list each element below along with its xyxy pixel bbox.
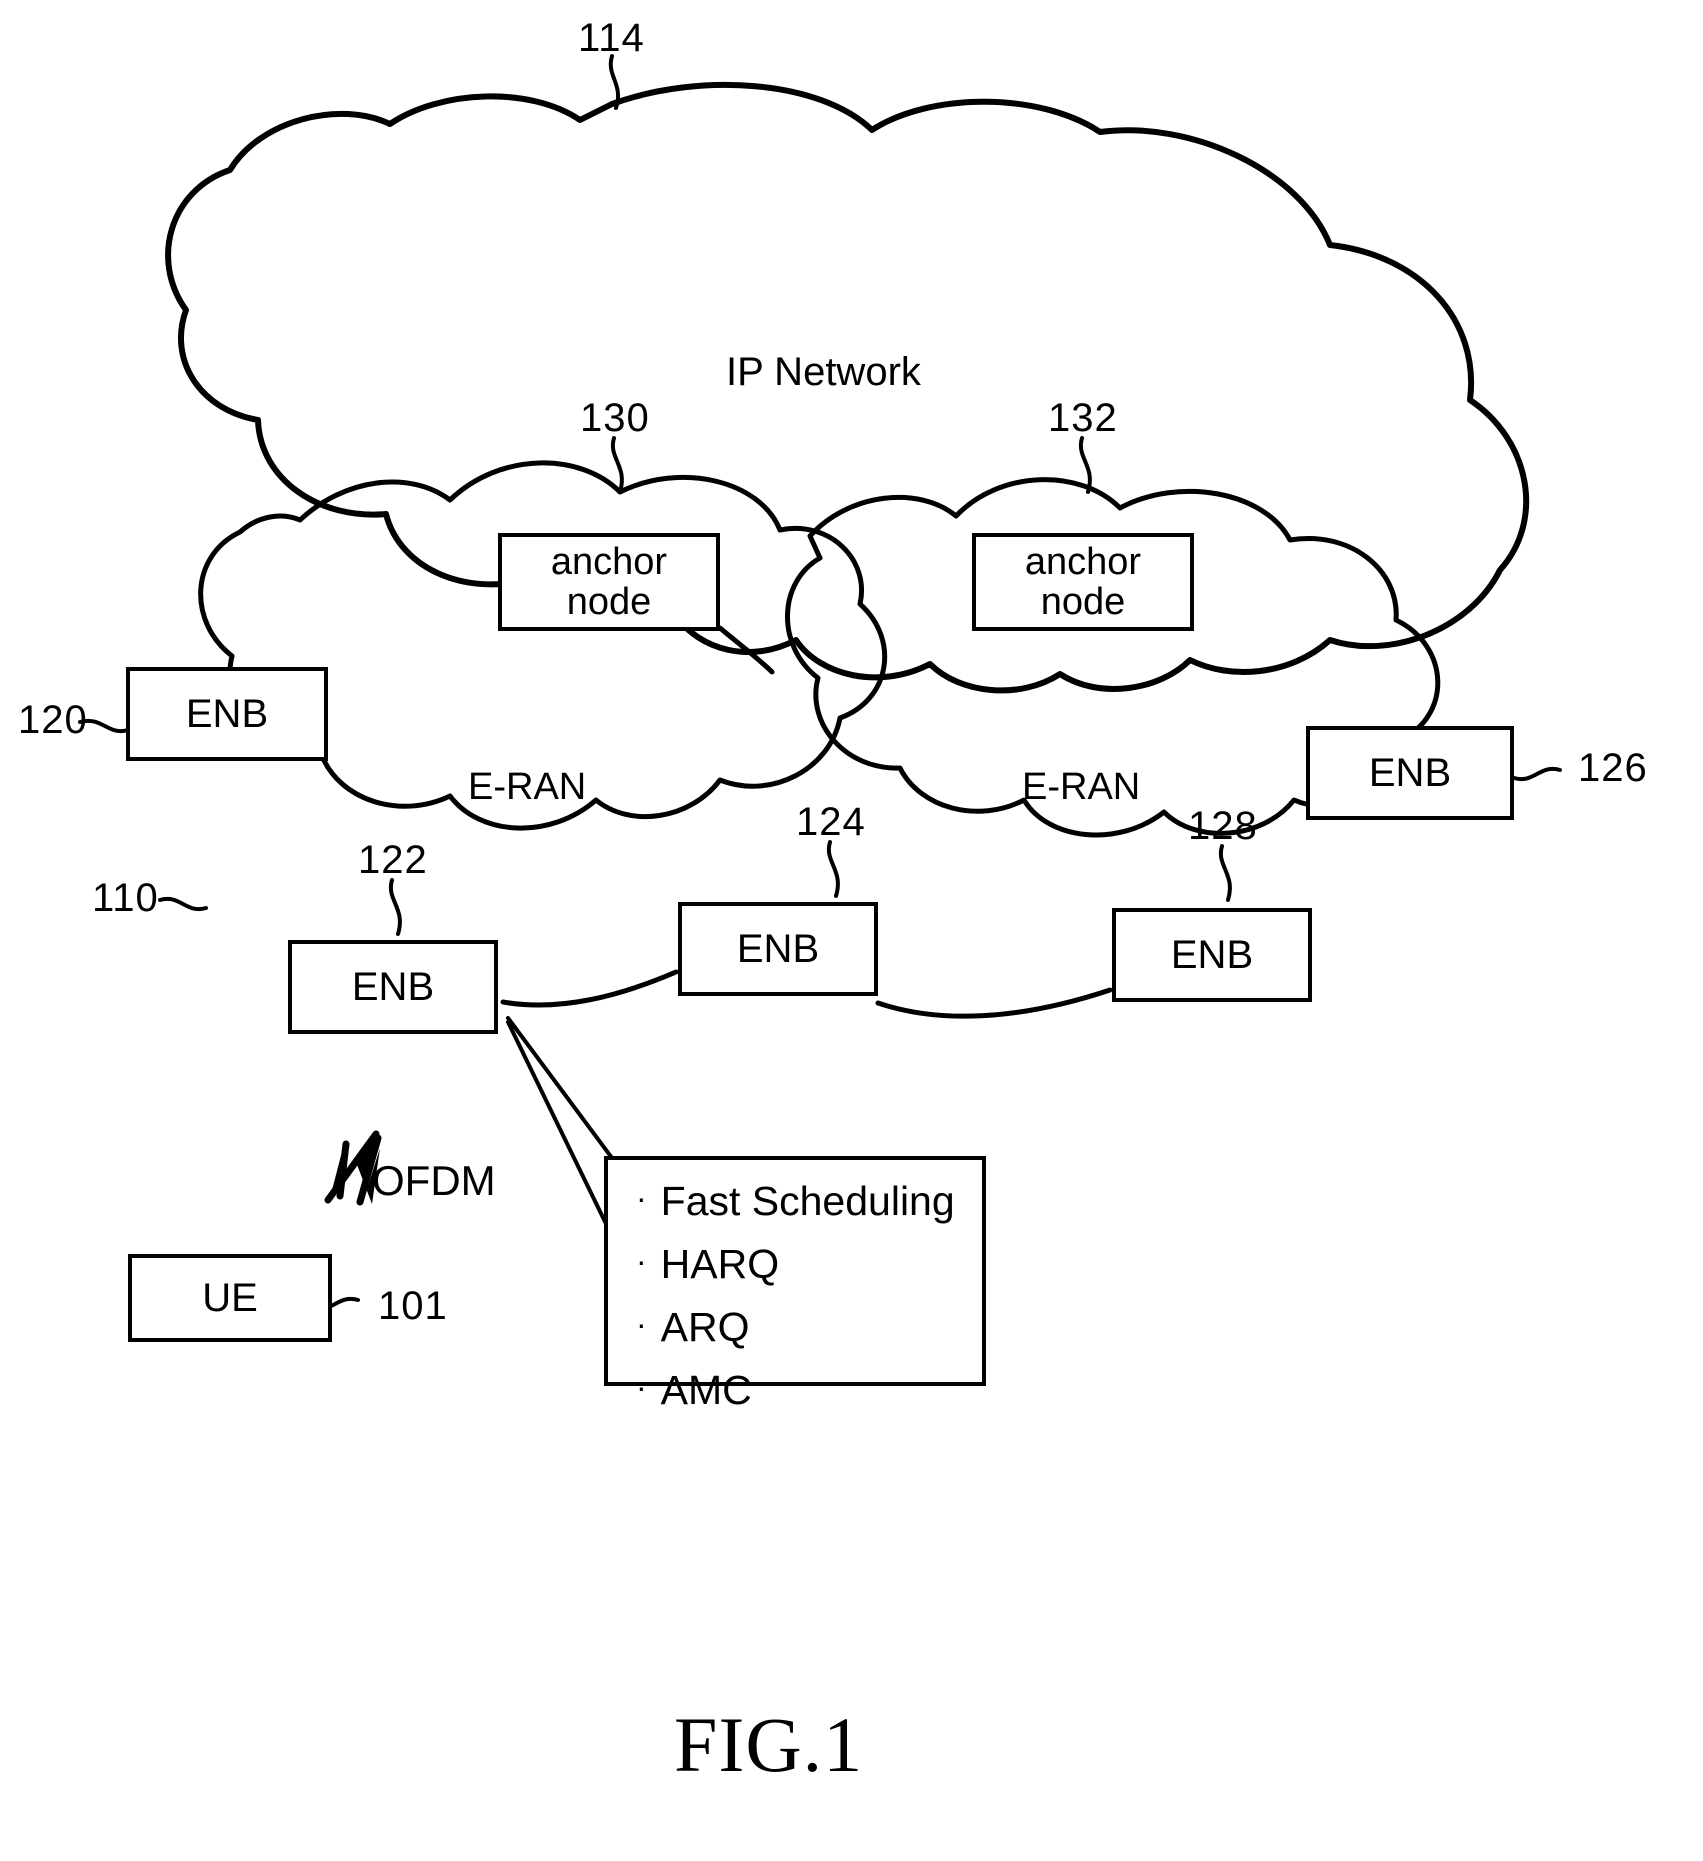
feature-bullet-icon: · (636, 1369, 647, 1405)
anchor-node-130-label: anchor node (550, 540, 668, 623)
enb-124-box[interactable]: ENB (678, 902, 883, 1001)
feature-label-3: AMC (660, 1367, 752, 1413)
feature-item-2: · ARQ (636, 1304, 982, 1351)
ref-numeral-122: 122 (358, 838, 428, 882)
ref-numeral-132: 132 (1048, 396, 1118, 440)
feature-item-1: · HARQ (636, 1241, 982, 1288)
feature-bullet-icon: · (636, 1243, 647, 1279)
feature-label-0: Fast Scheduling (660, 1178, 955, 1224)
leader-124 (826, 840, 840, 898)
patent-figure-page: 114 130 132 120 122 124 126 128 110 101 … (0, 0, 1703, 1861)
enb-feature-callout-box: · Fast Scheduling · HARQ · ARQ · AMC (604, 1156, 986, 1413)
anchor-node-132-label-line1: anchor (1024, 540, 1142, 583)
connector-enb124-enb128 (875, 987, 1113, 1019)
enb-120-box[interactable]: ENB (126, 667, 333, 766)
enb-128-label: ENB (1170, 932, 1254, 977)
ofdm-label: OFDM (372, 1157, 496, 1204)
ref-numeral-124: 124 (796, 800, 866, 844)
enb-128-box[interactable]: ENB (1112, 908, 1317, 1007)
ref-numeral-128: 128 (1188, 804, 1258, 848)
anchor-node-130-label-line1: anchor (550, 540, 668, 583)
enb-126-label: ENB (1368, 750, 1452, 795)
ip-network-label: IP Network (726, 350, 921, 394)
anchor-node-130-box[interactable]: anchor node (498, 533, 725, 636)
enb-126-box[interactable]: ENB (1306, 726, 1519, 825)
figure-caption: FIG.1 (674, 1701, 864, 1788)
callout-pointer-upper (506, 1016, 614, 1160)
ref-numeral-130: 130 (580, 396, 650, 440)
enb-122-box[interactable]: ENB (288, 940, 503, 1039)
ref-numeral-114: 114 (578, 16, 645, 60)
anchor-node-132-label: anchor node (1024, 540, 1142, 623)
enb-120-label: ENB (185, 691, 269, 736)
eran-right-label: E-RAN (1022, 766, 1141, 808)
ue-101-label: UE (202, 1275, 258, 1320)
anchor-node-132-label-line2: node (1040, 581, 1126, 623)
ref-numeral-126: 126 (1578, 746, 1648, 790)
ref-numeral-101: 101 (378, 1284, 448, 1328)
feature-item-0: · Fast Scheduling (636, 1178, 982, 1225)
feature-label-2: ARQ (660, 1304, 750, 1350)
connector-enb122-enb124 (500, 969, 679, 1008)
leader-128 (1218, 844, 1232, 902)
callout-pointer-lower (506, 1020, 612, 1234)
leader-126 (1512, 766, 1562, 782)
leader-110 (158, 896, 208, 912)
leader-122 (388, 878, 402, 936)
ref-numeral-120: 120 (18, 698, 88, 742)
anchor-node-132-box[interactable]: anchor node (972, 533, 1199, 636)
eran-left-label: E-RAN (468, 766, 587, 808)
enb-124-label: ENB (736, 926, 820, 971)
ue-101-box[interactable]: UE (128, 1254, 337, 1347)
feature-label-1: HARQ (660, 1241, 780, 1287)
ref-numeral-110: 110 (92, 876, 159, 920)
feature-item-3: · AMC (636, 1367, 982, 1414)
anchor-node-130-label-line2: node (566, 581, 652, 623)
enb-122-label: ENB (351, 964, 435, 1009)
feature-bullet-icon: · (636, 1180, 647, 1216)
feature-bullet-icon: · (636, 1306, 647, 1342)
